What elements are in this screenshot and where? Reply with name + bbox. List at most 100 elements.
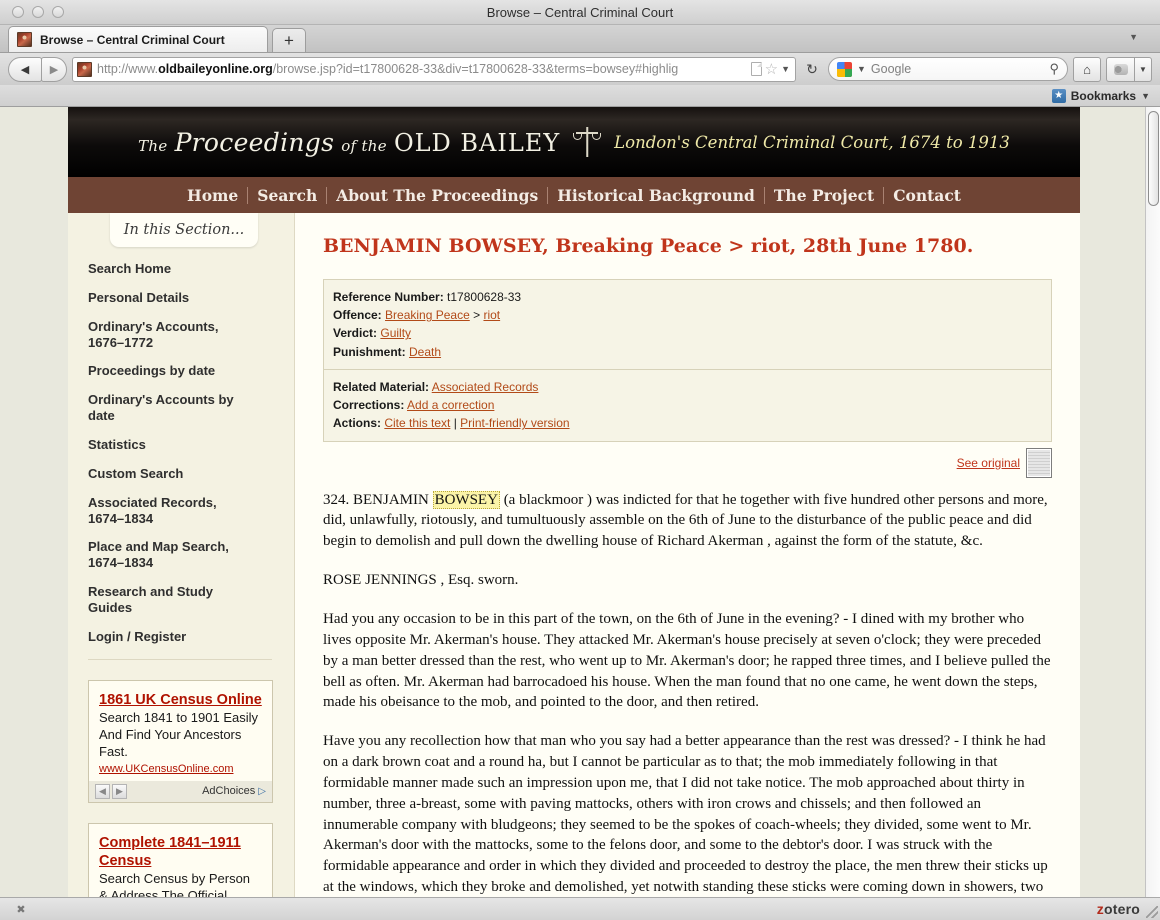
url-prefix: http://www. <box>97 62 159 76</box>
forward-button[interactable]: ▶ <box>41 56 67 82</box>
nav-link-the-project[interactable]: The Project <box>765 186 883 205</box>
adchoices-text: AdChoices <box>202 785 256 798</box>
actions-label: Actions: <box>333 416 381 431</box>
scrollbar-thumb[interactable] <box>1148 111 1159 206</box>
page-icon[interactable] <box>750 62 762 76</box>
sidebar-item-search-home[interactable]: Search Home <box>88 261 238 277</box>
ad-prev-icon[interactable]: ◀ <box>95 783 110 799</box>
extension-button-group: ▼ <box>1106 56 1152 82</box>
sidebar: In this Section... Search Home Personal … <box>68 213 295 897</box>
ad-title-link[interactable]: 1861 UK Census Online <box>99 692 262 708</box>
reference-row: Reference Number: t17800628-33 <box>333 288 1042 306</box>
search-icon[interactable]: ⚲ <box>1049 61 1059 77</box>
main-content: BENJAMIN BOWSEY, Breaking Peace > riot, … <box>295 213 1080 897</box>
ad-description: Search Census by Person & Address The Of… <box>99 870 251 897</box>
trial-actions-box: Related Material: Associated Records Cor… <box>323 369 1052 442</box>
search-input[interactable]: Google <box>871 62 1045 76</box>
nav-item-home[interactable]: Home <box>178 186 247 205</box>
extension-icon[interactable] <box>1106 56 1134 82</box>
nav-item-contact[interactable]: Contact <box>884 186 970 205</box>
ad-title-link[interactable]: Complete 1841–1911 Census <box>99 835 241 869</box>
ad-pager[interactable]: ◀ ▶ <box>95 783 127 799</box>
zotero-z: z <box>1096 901 1104 917</box>
tab-browse-central-criminal-court[interactable]: Browse – Central Criminal Court <box>8 26 268 52</box>
nav-link-contact[interactable]: Contact <box>884 186 970 205</box>
sidebar-links: Search Home Personal Details Ordinary's … <box>68 247 294 645</box>
favicon-icon <box>17 32 32 47</box>
maximize-window-button[interactable] <box>52 6 64 18</box>
window-title: Browse – Central Criminal Court <box>486 4 674 20</box>
bookmark-star-icon[interactable]: ☆ <box>765 62 778 77</box>
sidebar-divider <box>88 658 272 660</box>
toolbar-overflow-chevron-icon[interactable]: ▼ <box>1129 32 1138 42</box>
resize-grip-icon[interactable] <box>1146 906 1158 918</box>
see-original-link[interactable]: See original <box>957 456 1020 470</box>
para1-pre: 324. BENJAMIN <box>323 491 433 508</box>
nav-list: Home Search About The Proceedings Histor… <box>178 186 970 205</box>
ad-url-link[interactable]: www.UKCensusOnline.com <box>99 763 262 775</box>
url-domain: oldbaileyonline.org <box>158 62 273 76</box>
trial-paragraph-3: Had you any occasion to be in this part … <box>323 611 1051 711</box>
related-material-link[interactable]: Associated Records <box>432 380 539 394</box>
url-path: /browse.jsp?id=t17800628-33&div=t1780062… <box>272 62 679 76</box>
search-engine-chevron-icon[interactable]: ▼ <box>857 64 866 74</box>
site-banner: The Proceedings of the OLD BAILEY London… <box>68 107 1080 177</box>
verdict-link-guilty[interactable]: Guilty <box>380 326 411 340</box>
trial-paragraph-2: ROSE JENNINGS , Esq. sworn. <box>323 572 519 589</box>
google-logo-icon <box>837 61 852 77</box>
logo-old-bailey: OLD BAILEY <box>393 128 561 157</box>
sidebar-item-statistics[interactable]: Statistics <box>88 437 238 453</box>
nav-link-historical-background[interactable]: Historical Background <box>548 186 764 205</box>
chevron-down-icon[interactable]: ▼ <box>781 64 790 74</box>
extension-chevron-icon[interactable]: ▼ <box>1134 56 1152 82</box>
offence-link-riot[interactable]: riot <box>483 308 500 322</box>
sidebar-item-place-and-map-search[interactable]: Place and Map Search, 1674–1834 <box>88 539 238 571</box>
bookmarks-label[interactable]: Bookmarks <box>1071 89 1136 103</box>
print-friendly-link[interactable]: Print-friendly version <box>460 416 569 430</box>
cite-this-text-link[interactable]: Cite this text <box>384 416 450 430</box>
bookmarks-chevron-icon[interactable]: ▼ <box>1141 91 1150 101</box>
search-bar[interactable]: ▼ Google ⚲ <box>828 57 1068 81</box>
sidebar-item-custom-search[interactable]: Custom Search <box>88 466 238 482</box>
sidebar-item-proceedings-by-date[interactable]: Proceedings by date <box>88 363 238 379</box>
close-window-button[interactable] <box>12 6 24 18</box>
sidebar-item-personal-details[interactable]: Personal Details <box>88 290 238 306</box>
offence-link-breaking-peace[interactable]: Breaking Peace <box>385 308 470 322</box>
ad-next-icon[interactable]: ▶ <box>112 783 127 799</box>
sidebar-item-associated-records[interactable]: Associated Records, 1674–1834 <box>88 495 238 527</box>
minimize-window-button[interactable] <box>32 6 44 18</box>
site-logo: The Proceedings of the OLD BAILEY <box>138 128 560 157</box>
nav-link-home[interactable]: Home <box>178 186 247 205</box>
nav-item-historical-background[interactable]: Historical Background <box>548 186 764 205</box>
address-bar[interactable]: http://www.oldbaileyonline.org/browse.js… <box>72 56 796 82</box>
reference-value: t17800628-33 <box>443 290 522 304</box>
logo-the: The <box>138 136 168 155</box>
nav-link-about[interactable]: About The Proceedings <box>327 186 547 205</box>
nav-item-the-project[interactable]: The Project <box>765 186 883 205</box>
window-titlebar: Browse – Central Criminal Court <box>0 0 1160 25</box>
status-bar: ✖ zotero <box>0 897 1160 920</box>
offence-row: Offence: Breaking Peace > riot <box>333 306 1042 324</box>
home-button[interactable]: ⌂ <box>1073 56 1101 82</box>
nav-link-search[interactable]: Search <box>248 186 326 205</box>
nav-item-about[interactable]: About The Proceedings <box>327 186 547 205</box>
punishment-row: Punishment: Death <box>333 343 1042 361</box>
back-button[interactable]: ◀ <box>8 56 42 82</box>
punishment-link-death[interactable]: Death <box>409 345 441 359</box>
actions-separator: | <box>450 416 461 431</box>
sidebar-item-ordinarys-accounts-by-date[interactable]: Ordinary's Accounts by date <box>88 392 238 424</box>
reload-button[interactable]: ↻ <box>801 57 823 82</box>
highlighted-term: BOWSEY <box>432 490 500 509</box>
original-page-thumbnail-icon[interactable] <box>1026 447 1052 478</box>
sidebar-item-login-register[interactable]: Login / Register <box>88 629 238 645</box>
page-scrollbar[interactable] <box>1145 107 1160 897</box>
add-correction-link[interactable]: Add a correction <box>407 398 494 412</box>
sidebar-item-ordinarys-accounts[interactable]: Ordinary's Accounts, 1676–1772 <box>88 319 238 351</box>
close-icon[interactable]: ✖ <box>6 903 36 916</box>
sidebar-item-research-and-study-guides[interactable]: Research and Study Guides <box>88 584 238 616</box>
nav-item-search[interactable]: Search <box>248 186 326 205</box>
adchoices-label[interactable]: AdChoices ▷ <box>202 785 266 797</box>
window-controls[interactable] <box>12 6 64 18</box>
new-tab-button[interactable]: + <box>272 28 306 52</box>
bookmarks-star-icon: ★ <box>1051 88 1066 103</box>
